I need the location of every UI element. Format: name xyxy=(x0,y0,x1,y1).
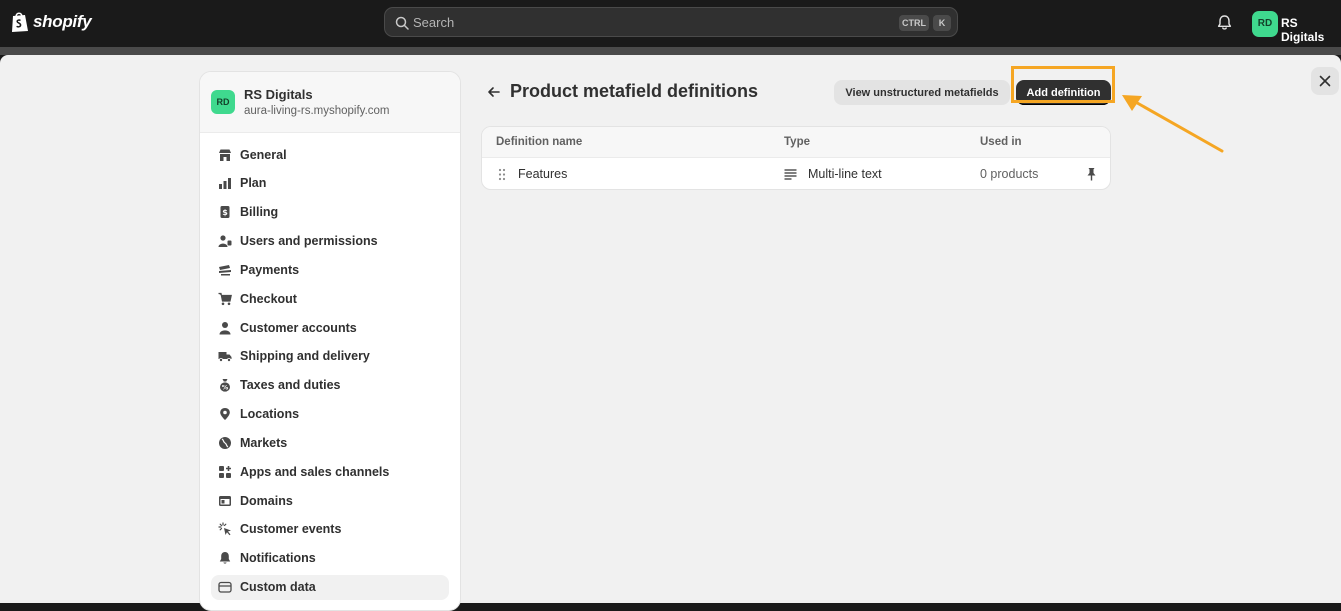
definition-type: Multi-line text xyxy=(808,167,882,181)
plan-icon xyxy=(218,176,232,190)
sidebar-item-apps[interactable]: Apps and sales channels xyxy=(211,459,449,484)
sidebar-item-label: Custom data xyxy=(240,580,316,595)
drag-handle-icon[interactable] xyxy=(497,168,507,181)
cursor-icon xyxy=(218,522,232,536)
sidebar-item-general[interactable]: General xyxy=(211,142,449,167)
sidebar-item-label: Payments xyxy=(240,262,300,277)
sidebar-item-label: Customer accounts xyxy=(240,320,357,335)
settings-page: RD RS Digitals aura-living-rs.myshopify.… xyxy=(0,55,1341,611)
multi-line-text-icon xyxy=(784,169,797,180)
sidebar-item-markets[interactable]: Markets xyxy=(211,430,449,455)
sidebar-item-customer-accounts[interactable]: Customer accounts xyxy=(211,315,449,340)
search-input[interactable] xyxy=(413,8,873,36)
sidebar-item-customer-events[interactable]: Customer events xyxy=(211,517,449,542)
header-used-in: Used in xyxy=(980,136,1022,148)
sidebar-item-label: Plan xyxy=(240,176,267,191)
shortcut-k-key: K xyxy=(933,15,951,31)
location-pin-icon xyxy=(218,407,232,421)
logo-text: shopify xyxy=(33,12,92,31)
shopify-bag-icon xyxy=(12,12,28,32)
settings-sidebar: RD RS Digitals aura-living-rs.myshopify.… xyxy=(199,71,461,611)
sidebar-item-taxes[interactable]: % Taxes and duties xyxy=(211,373,449,398)
sidebar-item-plan[interactable]: Plan xyxy=(211,171,449,196)
search-icon xyxy=(395,16,409,30)
store-avatar: RD xyxy=(211,90,235,114)
sidebar-item-label: General xyxy=(240,147,287,162)
svg-text:$: $ xyxy=(222,208,228,217)
sidebar-item-label: Apps and sales channels xyxy=(240,464,390,479)
sidebar-item-label: Checkout xyxy=(240,291,297,306)
back-arrow-icon[interactable] xyxy=(485,83,503,101)
globe-icon xyxy=(218,436,232,450)
store-domain: aura-living-rs.myshopify.com xyxy=(244,105,390,117)
store-name: RS Digitals xyxy=(244,87,313,102)
table-header: Definition name Type Used in xyxy=(482,127,1110,158)
search-bar[interactable]: CTRL K xyxy=(384,7,958,37)
pin-icon[interactable] xyxy=(1085,167,1098,181)
page-title: Product metafield definitions xyxy=(510,81,759,101)
definitions-table: Definition name Type Used in Features Mu… xyxy=(481,126,1111,190)
store-card[interactable]: RD RS Digitals aura-living-rs.myshopify.… xyxy=(200,72,460,133)
account-store-name[interactable]: RS Digitals xyxy=(1281,16,1341,44)
definition-name[interactable]: Features xyxy=(518,167,567,181)
tax-bag-icon: % xyxy=(218,378,232,392)
table-row[interactable]: Features Multi-line text 0 products xyxy=(482,158,1110,189)
header-definition-name: Definition name xyxy=(496,136,583,148)
account-avatar[interactable]: RD xyxy=(1252,11,1278,37)
sidebar-item-domains[interactable]: Domains xyxy=(211,488,449,513)
sidebar-item-custom-data[interactable]: Custom data xyxy=(211,574,449,600)
domain-icon xyxy=(218,494,232,508)
person-icon xyxy=(218,321,232,335)
sidebar-item-label: Billing xyxy=(240,205,279,220)
payments-icon xyxy=(218,263,232,277)
sidebar-item-payments[interactable]: Payments xyxy=(211,257,449,282)
bell-icon xyxy=(218,551,232,565)
cart-icon xyxy=(218,292,232,306)
top-bar: shopify CTRL K RD RS Digitals xyxy=(0,0,1341,47)
notifications-bell-icon[interactable] xyxy=(1216,14,1233,31)
svg-text:%: % xyxy=(222,384,229,392)
sidebar-item-checkout[interactable]: Checkout xyxy=(211,286,449,311)
close-icon xyxy=(1319,75,1331,87)
sidebar-item-notifications[interactable]: Notifications xyxy=(211,546,449,571)
settings-nav: General Plan $ Billing Users and permiss… xyxy=(200,133,460,600)
shopify-logo[interactable]: shopify xyxy=(10,11,92,33)
custom-data-icon xyxy=(218,580,232,594)
background-strip xyxy=(0,47,1341,55)
sidebar-item-label: Users and permissions xyxy=(240,234,378,249)
sidebar-item-billing[interactable]: $ Billing xyxy=(211,200,449,225)
truck-icon xyxy=(218,349,232,363)
sidebar-item-users[interactable]: Users and permissions xyxy=(211,229,449,254)
apps-icon xyxy=(218,465,232,479)
sidebar-item-label: Taxes and duties xyxy=(240,378,341,393)
close-settings-button[interactable] xyxy=(1311,67,1339,95)
header-type: Type xyxy=(784,136,810,148)
users-icon xyxy=(218,234,232,248)
sidebar-item-label: Customer events xyxy=(240,522,342,537)
add-definition-button[interactable]: Add definition xyxy=(1016,80,1111,105)
sidebar-item-label: Notifications xyxy=(240,551,316,566)
sidebar-item-label: Domains xyxy=(240,493,293,508)
store-icon xyxy=(218,148,232,162)
definition-used-in: 0 products xyxy=(980,167,1039,181)
sidebar-item-shipping[interactable]: Shipping and delivery xyxy=(211,344,449,369)
sidebar-item-label: Shipping and delivery xyxy=(240,349,370,364)
sidebar-item-locations[interactable]: Locations xyxy=(211,402,449,427)
sidebar-item-label: Markets xyxy=(240,435,288,450)
sidebar-item-label: Locations xyxy=(240,407,300,422)
shortcut-ctrl-key: CTRL xyxy=(899,15,929,31)
view-unstructured-metafields-button[interactable]: View unstructured metafields xyxy=(834,80,1010,105)
annotation-arrow-icon xyxy=(1122,95,1224,153)
billing-icon: $ xyxy=(218,205,232,219)
